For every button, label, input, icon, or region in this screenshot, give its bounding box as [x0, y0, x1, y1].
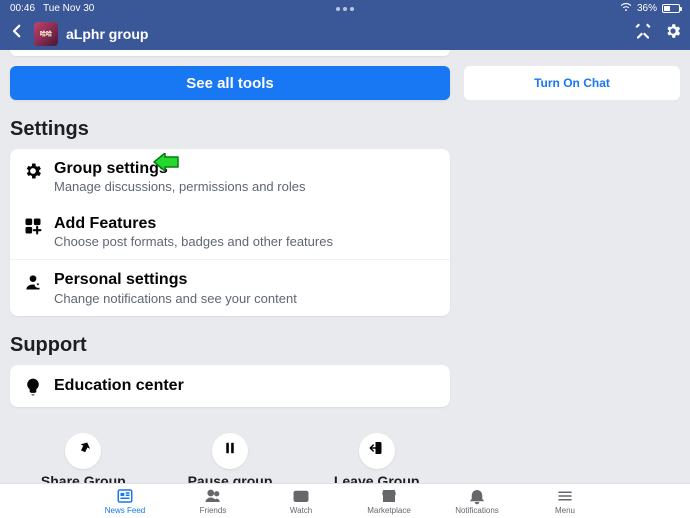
nav-notifications[interactable]: Notifications — [447, 487, 507, 515]
share-group-button[interactable]: Share Group — [23, 433, 143, 489]
nav-friends-label: Friends — [200, 506, 227, 515]
nav-marketplace-label: Marketplace — [367, 506, 411, 515]
bottom-nav: News Feed Friends Watch Marketplace Noti… — [0, 483, 690, 518]
pause-icon — [221, 439, 239, 462]
tools-icon[interactable] — [634, 22, 652, 45]
marketplace-icon — [380, 487, 398, 505]
personal-settings-row[interactable]: Personal settings Change notifications a… — [10, 259, 450, 315]
menu-icon — [556, 487, 574, 505]
group-settings-subtitle: Manage discussions, permissions and role… — [54, 179, 305, 194]
pause-group-button[interactable]: Pause group — [170, 433, 290, 489]
status-date: Tue Nov 30 — [43, 3, 94, 14]
add-features-title: Add Features — [54, 214, 333, 233]
add-features-icon — [22, 214, 44, 236]
nav-news-feed[interactable]: News Feed — [95, 487, 155, 515]
multitask-dots — [336, 7, 354, 11]
group-settings-title: Group settings — [54, 159, 305, 178]
gear-icon — [22, 159, 44, 181]
settings-heading: Settings — [10, 118, 450, 141]
wifi-icon — [620, 1, 632, 16]
group-settings-row[interactable]: Group settings Manage discussions, permi… — [10, 149, 450, 204]
status-bar: 00:46 Tue Nov 30 36% — [0, 0, 690, 17]
nav-notifications-label: Notifications — [455, 506, 499, 515]
status-time: 00:46 — [10, 3, 35, 14]
group-avatar[interactable]: 哈哈 — [34, 22, 58, 46]
nav-watch-label: Watch — [290, 506, 312, 515]
nav-news-feed-label: News Feed — [105, 506, 145, 515]
add-features-subtitle: Choose post formats, badges and other fe… — [54, 234, 333, 249]
header-title: aLphr group — [66, 26, 148, 42]
personal-icon — [22, 270, 44, 292]
nav-menu[interactable]: Menu — [535, 487, 595, 515]
watch-icon — [292, 487, 310, 505]
personal-settings-subtitle: Change notifications and see your conten… — [54, 291, 297, 306]
see-all-tools-button[interactable]: See all tools — [10, 66, 450, 100]
settings-gear-icon[interactable] — [664, 22, 682, 45]
nav-watch[interactable]: Watch — [271, 487, 331, 515]
nav-friends[interactable]: Friends — [183, 487, 243, 515]
app-header: 哈哈 aLphr group — [0, 17, 690, 50]
nav-marketplace[interactable]: Marketplace — [359, 487, 419, 515]
add-features-row[interactable]: Add Features Choose post formats, badges… — [10, 204, 450, 259]
friends-icon — [204, 487, 222, 505]
education-center-row[interactable]: Education center — [10, 365, 450, 407]
personal-settings-title: Personal settings — [54, 270, 297, 289]
previous-card-peek — [10, 50, 450, 56]
nav-menu-label: Menu — [555, 506, 575, 515]
leave-icon — [368, 439, 386, 462]
battery-pct: 36% — [637, 3, 657, 14]
leave-group-button[interactable]: Leave Group — [317, 433, 437, 489]
back-button[interactable] — [8, 22, 26, 45]
lightbulb-icon — [22, 375, 44, 397]
support-heading: Support — [10, 334, 450, 357]
education-center-title: Education center — [54, 376, 184, 395]
battery-icon — [662, 4, 680, 13]
share-icon — [74, 439, 92, 462]
news-feed-icon — [116, 487, 134, 505]
bell-icon — [468, 487, 486, 505]
turn-on-chat-button[interactable]: Turn On Chat — [464, 66, 680, 100]
